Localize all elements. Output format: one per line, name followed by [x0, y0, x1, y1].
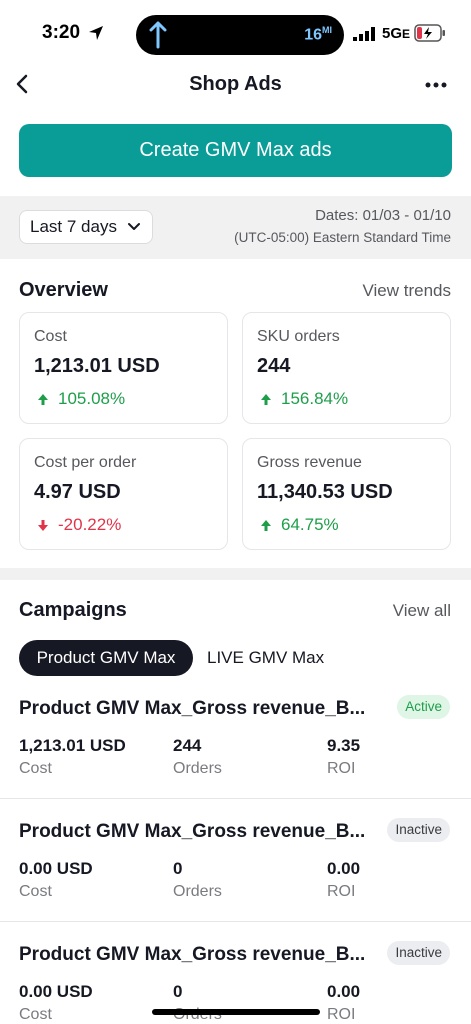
metric-label: Gross revenue [257, 454, 362, 471]
campaign-orders-value: 0 [173, 982, 183, 1001]
campaign-cost-value: 0.00 USD [19, 982, 93, 1001]
status-badge: Active [397, 695, 450, 719]
metric-value: 1,213.01 USD [34, 355, 160, 377]
arrow-up-icon [261, 520, 271, 531]
campaign-cost-value: 1,213.01 USD [19, 736, 126, 755]
campaign-orders-value: 0 [173, 859, 183, 878]
metric-label: Cost per order [34, 454, 137, 471]
campaign-cost-label: Cost [19, 1006, 52, 1023]
campaigns-title: Campaigns [19, 599, 127, 621]
arrow-up-icon [261, 394, 271, 405]
date-range-text: Dates: 01/03 - 01/10 [315, 207, 451, 224]
metric-card-gross-revenue[interactable]: Gross revenue 11,340.53 USD 64.75% [242, 438, 451, 550]
location-arrow-icon [89, 26, 103, 40]
network-type: 5GE [382, 25, 410, 42]
battery-charging-icon [414, 24, 445, 42]
tab-live-gmv-max[interactable]: LIVE GMV Max [207, 648, 324, 668]
campaign-orders-value: 244 [173, 736, 202, 755]
metric-label: Cost [34, 328, 67, 345]
metric-card-cost[interactable]: Cost 1,213.01 USD 105.08% [19, 312, 228, 424]
speed-value: 16 [304, 26, 322, 44]
arrow-up-icon [38, 394, 48, 405]
row-divider [0, 798, 471, 799]
speed-unit: MI [322, 25, 332, 35]
tab-product-gmv-max[interactable]: Product GMV Max [19, 640, 193, 676]
row-divider [0, 921, 471, 922]
chevron-down-icon [128, 223, 140, 230]
overview-title: Overview [19, 279, 108, 301]
date-filter-bar: Last 7 days Dates: 01/03 - 01/10 (UTC-05… [0, 196, 471, 259]
metric-card-sku-orders[interactable]: SKU orders 244 156.84% [242, 312, 451, 424]
cellular-signal-icon [353, 27, 375, 41]
campaign-name: Product GMV Max_Gross revenue_B... [19, 944, 366, 965]
view-all-link[interactable]: View all [393, 601, 451, 621]
metric-label: SKU orders [257, 328, 340, 345]
campaign-roi-value: 0.00 [327, 982, 361, 1001]
section-divider [0, 568, 471, 580]
metric-change: 105.08% [58, 389, 126, 408]
navigation-bar: Shop Ads [0, 64, 471, 106]
campaign-roi-label: ROI [327, 883, 356, 900]
network-label: 5G [382, 25, 403, 42]
status-badge: Inactive [387, 818, 450, 842]
metric-value: 4.97 USD [34, 481, 121, 503]
metric-change: -20.22% [58, 515, 122, 534]
view-trends-link[interactable]: View trends [362, 281, 451, 301]
campaign-orders-label: Orders [173, 883, 222, 900]
campaign-roi-label: ROI [327, 760, 356, 777]
campaign-cost-label: Cost [19, 883, 52, 900]
more-options-icon[interactable] [425, 82, 447, 88]
campaign-roi-value: 0.00 [327, 859, 361, 878]
date-range-dropdown[interactable]: Last 7 days [19, 210, 153, 244]
metric-value: 244 [257, 355, 291, 377]
campaign-roi-label: ROI [327, 1006, 356, 1023]
upload-arrow-icon [149, 21, 167, 49]
campaign-cost-value: 0.00 USD [19, 859, 93, 878]
campaign-name: Product GMV Max_Gross revenue_B... [19, 821, 366, 842]
arrow-down-icon [38, 520, 48, 531]
create-gmv-max-ads-button[interactable]: Create GMV Max ads [19, 124, 452, 177]
campaign-row[interactable]: Product GMV Max_Gross revenue_B... Activ… [0, 695, 471, 820]
metric-change: 64.75% [281, 515, 339, 534]
timezone-text: (UTC-05:00) Eastern Standard Time [234, 230, 451, 245]
campaign-name: Product GMV Max_Gross revenue_B... [19, 698, 366, 719]
home-indicator[interactable] [152, 1009, 320, 1015]
metric-card-cost-per-order[interactable]: Cost per order 4.97 USD -20.22% [19, 438, 228, 550]
network-suffix: E [402, 27, 411, 41]
campaign-orders-label: Orders [173, 760, 222, 777]
clock-time: 3:20 [42, 22, 81, 43]
metric-change: 156.84% [281, 389, 349, 408]
metric-value: 11,340.53 USD [257, 481, 393, 503]
status-bar: 3:20 16MI 5GE [0, 0, 471, 64]
speed-readout: 16MI [304, 25, 332, 44]
page-title: Shop Ads [189, 73, 282, 95]
status-badge: Inactive [387, 941, 450, 965]
dynamic-island: 16MI [136, 15, 344, 55]
campaign-row[interactable]: Product GMV Max_Gross revenue_B... Inact… [0, 818, 471, 943]
campaign-cost-label: Cost [19, 760, 52, 777]
date-range-label: Last 7 days [30, 217, 117, 236]
campaign-roi-value: 9.35 [327, 736, 361, 755]
